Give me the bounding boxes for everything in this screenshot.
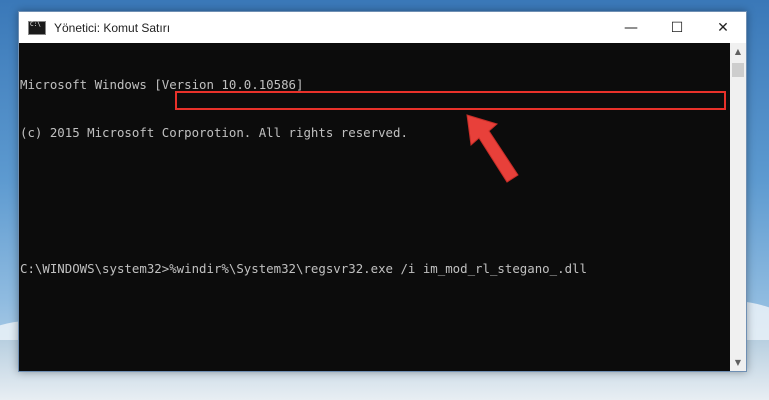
title-bar[interactable]: Yönetici: Komut Satırı — ☐ ✕ — [19, 12, 746, 43]
command-prompt-window[interactable]: Yönetici: Komut Satırı — ☐ ✕ Microsoft W… — [18, 11, 747, 372]
window-title: Yönetici: Komut Satırı — [54, 20, 171, 35]
minimize-button[interactable]: — — [608, 12, 654, 43]
cmd-icon[interactable] — [28, 20, 46, 35]
scroll-thumb[interactable] — [732, 63, 744, 77]
window-controls: — ☐ ✕ — [608, 12, 746, 43]
vertical-scrollbar[interactable]: ▲ ▼ — [730, 43, 746, 371]
console-output[interactable]: Microsoft Windows [Version 10.0.10586] (… — [19, 43, 730, 371]
scroll-up-icon[interactable]: ▲ — [730, 43, 746, 60]
red-arrow-icon — [466, 114, 519, 183]
close-button[interactable]: ✕ — [700, 12, 746, 43]
scroll-down-icon[interactable]: ▼ — [730, 354, 746, 371]
maximize-button[interactable]: ☐ — [654, 12, 700, 43]
